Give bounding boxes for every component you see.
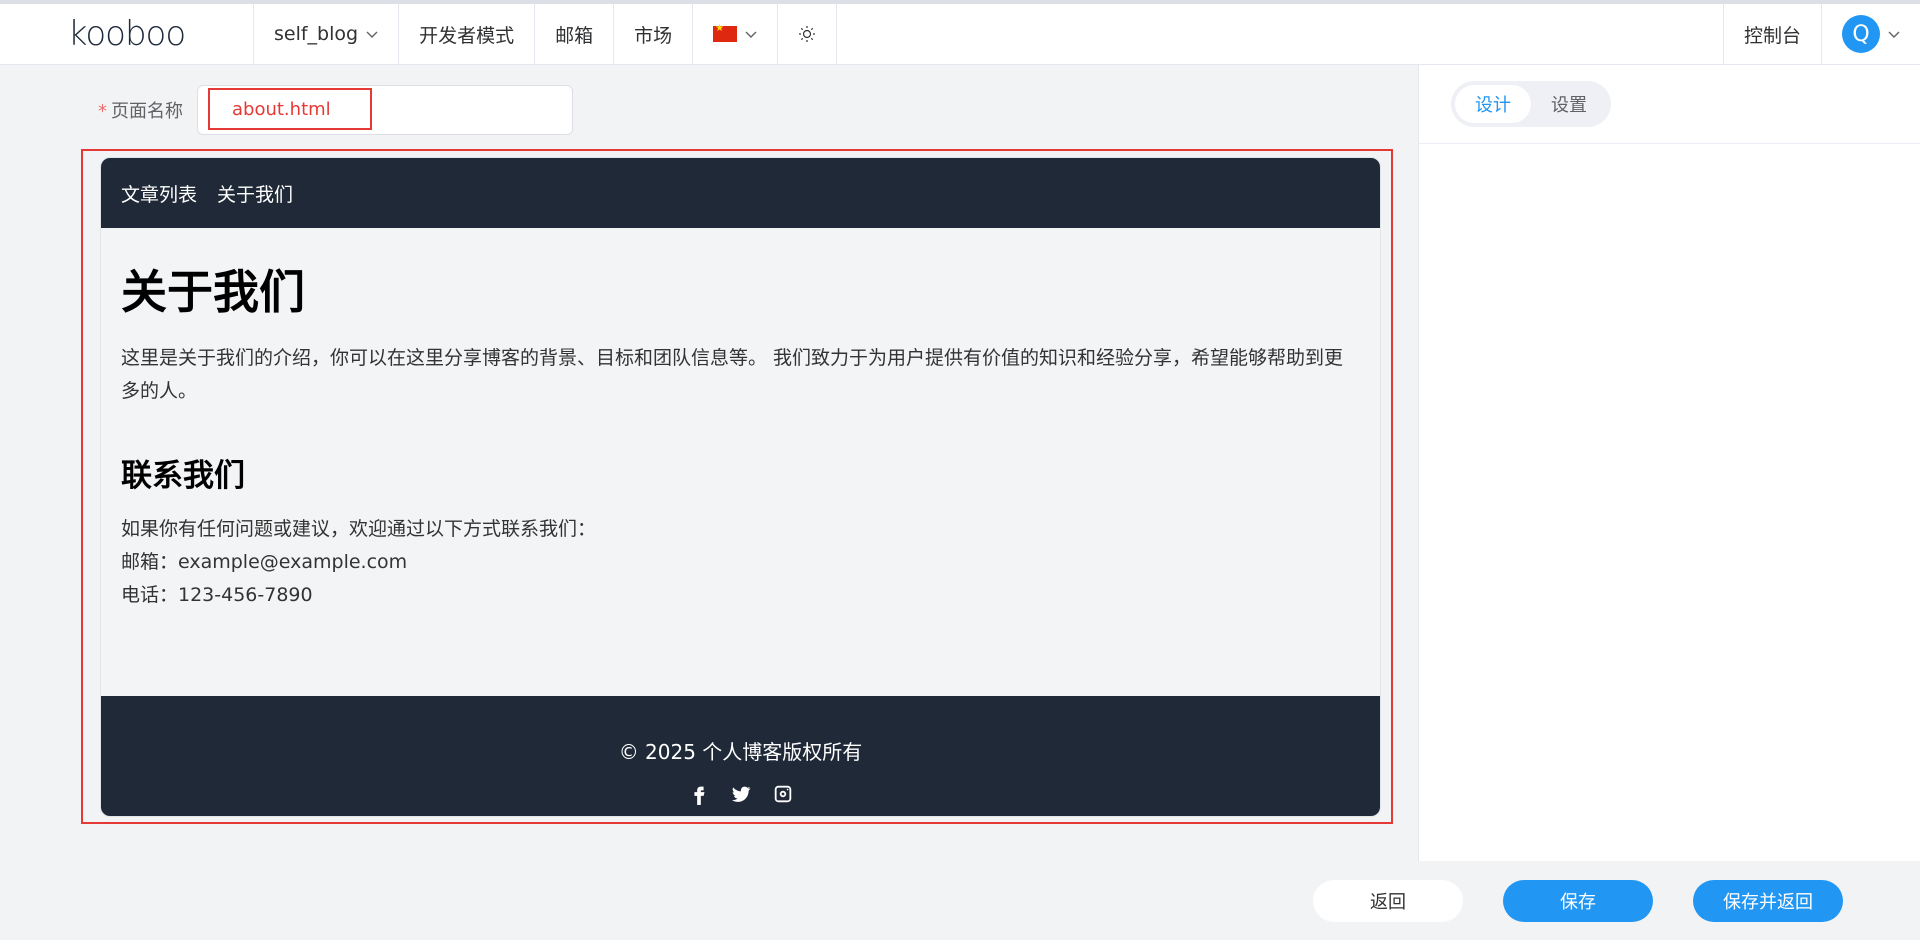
theme-toggle[interactable] — [778, 4, 838, 64]
language-selector[interactable] — [693, 4, 779, 64]
preview-nav-about[interactable]: 关于我们 — [217, 180, 293, 207]
preview-footer: © 2025 个人博客版权所有 — [101, 696, 1380, 816]
instagram-icon[interactable] — [772, 783, 794, 805]
preview-copyright: © 2025 个人博客版权所有 — [618, 740, 863, 764]
tab-settings[interactable]: 设置 — [1531, 85, 1607, 123]
preview-contact-intro: 如果你有任何问题或建议，欢迎通过以下方式联系我们： — [121, 518, 597, 540]
twitter-icon[interactable] — [730, 783, 752, 805]
chevron-down-icon — [1888, 31, 1900, 38]
preview-social-links — [101, 783, 1380, 805]
save-and-back-button[interactable]: 保存并返回 — [1693, 880, 1843, 922]
preview-content: 关于我们 这里是关于我们的介绍，你可以在这里分享博客的背景、目标和团队信息等。 … — [101, 228, 1380, 612]
sun-icon — [799, 26, 816, 42]
dev-mode-link[interactable]: 开发者模式 — [399, 4, 536, 64]
page-preview[interactable]: 文章列表 关于我们 关于我们 这里是关于我们的介绍，你可以在这里分享博客的背景、… — [100, 157, 1381, 817]
console-link[interactable]: 控制台 — [1722, 4, 1822, 64]
save-button[interactable]: 保存 — [1503, 880, 1653, 922]
user-menu[interactable]: Q — [1822, 4, 1920, 64]
site-name: self_blog — [274, 23, 359, 45]
preview-contact-heading: 联系我们 — [121, 458, 245, 494]
kooboo-logo[interactable]: kooboo — [0, 4, 254, 64]
back-button[interactable]: 返回 — [1313, 880, 1463, 922]
panel-divider — [1419, 143, 1920, 144]
china-flag-icon — [713, 23, 738, 42]
preview-heading: 关于我们 — [121, 265, 305, 319]
market-link[interactable]: 市场 — [614, 4, 694, 64]
page-name-field: * 页面名称 about.html — [98, 85, 573, 135]
preview-intro: 这里是关于我们的介绍，你可以在这里分享博客的背景、目标和团队信息等。 我们致力于… — [121, 347, 1344, 402]
panel-tab-switch: 设计 设置 — [1451, 81, 1611, 127]
action-bar: 返回 保存 保存并返回 — [0, 861, 1920, 940]
page-name-label: * 页面名称 — [98, 97, 183, 123]
page-name-label-text: 页面名称 — [111, 101, 183, 122]
tab-design[interactable]: 设计 — [1455, 85, 1531, 123]
preview-nav-articles[interactable]: 文章列表 — [121, 180, 197, 207]
required-mark: * — [98, 101, 107, 122]
chevron-down-icon — [745, 31, 757, 38]
top-navigation: kooboo self_blog 开发者模式 邮箱 市场 控制台 Q — [0, 0, 1920, 65]
preview-phone: 电话：123-456-7890 — [121, 584, 313, 606]
page-name-value: about.html — [208, 88, 372, 130]
facebook-icon[interactable] — [688, 783, 710, 805]
page-name-input[interactable]: about.html — [197, 85, 573, 135]
mailbox-link[interactable]: 邮箱 — [535, 4, 615, 64]
properties-panel: 设计 设置 — [1418, 65, 1920, 861]
editor-main: * 页面名称 about.html 文章列表 关于我们 关于我们 这里是关于我们的… — [0, 65, 1418, 861]
preview-email: 邮箱：example@example.com — [121, 551, 408, 573]
chevron-down-icon — [366, 31, 378, 38]
site-selector[interactable]: self_blog — [254, 4, 400, 64]
preview-site-nav: 文章列表 关于我们 — [101, 158, 1380, 228]
avatar: Q — [1842, 15, 1880, 53]
